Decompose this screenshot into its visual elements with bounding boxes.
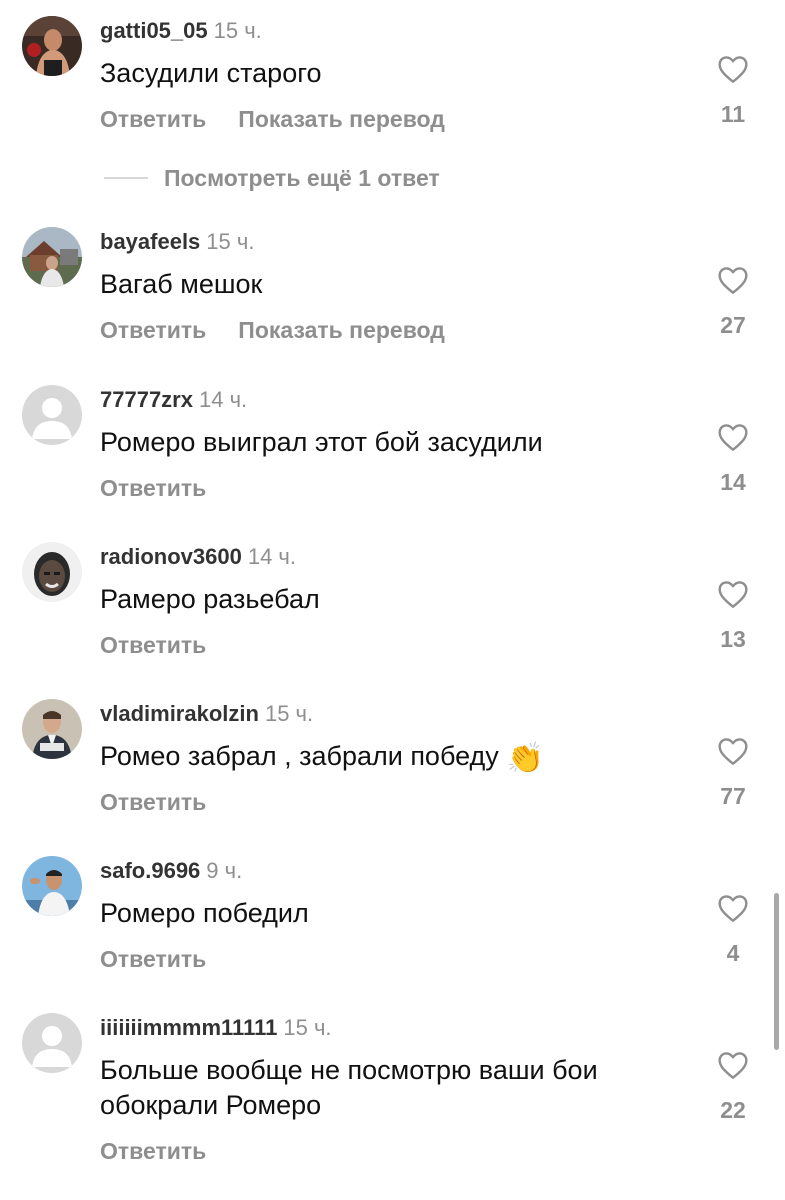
username[interactable]: iiiiiiimmmm11111 [100,1015,277,1040]
view-more-replies[interactable]: Посмотреть ещё 1 ответ [104,163,440,193]
comment-text-body: Ромео забрал , забрали победу [100,741,499,771]
comment-header: bayafeels 15 ч. [100,227,254,257]
avatar-photo [22,227,82,287]
comment-actions: Ответить Показать перевод [100,106,445,133]
view-more-replies-label[interactable]: Посмотреть ещё 1 ответ [164,165,440,192]
comment-header: gatti05_05 15 ч. [100,16,262,46]
username[interactable]: safo.9696 [100,858,200,883]
reply-button[interactable]: Ответить [100,632,206,658]
like-count: 4 [726,940,740,966]
timestamp: 14 ч. [247,544,297,569]
comment-text: Рамеро разьебал [100,584,320,614]
heart-icon[interactable] [717,736,749,766]
like-control: 13 [712,579,754,653]
like-count: 11 [720,101,746,127]
scrollbar[interactable] [774,893,779,1050]
like-control: 4 [712,893,754,967]
reply-button[interactable]: Ответить [100,946,206,972]
replies-divider [104,177,148,179]
comment-header: vladimirakolzin 15 ч. [100,699,313,729]
default-avatar-icon [22,1013,82,1073]
comment-actions: Ответить [100,475,206,502]
reply-button[interactable]: Ответить [100,106,206,132]
reply-button[interactable]: Ответить [100,475,206,501]
like-count: 14 [720,469,746,495]
avatar[interactable] [22,385,82,445]
comment-header: 77777zrx 14 ч. [100,385,247,415]
like-count: 13 [720,626,746,652]
avatar[interactable] [22,1013,82,1073]
username[interactable]: 77777zrx [100,387,193,412]
comment-header: radionov3600 14 ч. [100,542,296,572]
heart-icon[interactable] [717,579,749,609]
default-avatar-icon [22,385,82,445]
avatar[interactable] [22,699,82,759]
comment-text: Ромео забрал , забрали победу 👏 [100,739,700,776]
comment-text: Ромеро выиграл этот бой засудили [100,427,543,457]
comment-text: Вагаб мешок [100,269,263,299]
clapping-hands-icon: 👏 [506,742,545,775]
heart-icon[interactable] [717,265,749,295]
timestamp: 15 ч. [283,1015,332,1040]
avatar-photo [22,542,82,602]
show-translation-button[interactable]: Показать перевод [238,317,445,343]
comment-text: Засудили старого [100,58,322,88]
comment-header: iiiiiiimmmm11111 15 ч. [100,1013,332,1043]
timestamp: 14 ч. [198,387,248,412]
comment-header: safo.9696 9 ч. [100,856,242,886]
like-control: 11 [712,54,754,128]
comment-actions: Ответить [100,789,206,816]
avatar[interactable] [22,542,82,602]
heart-icon[interactable] [717,1050,749,1080]
username[interactable]: vladimirakolzin [100,701,259,726]
like-control: 77 [712,736,754,810]
heart-icon[interactable] [717,422,749,452]
timestamp: 15 ч. [264,701,314,726]
avatar-photo [22,856,82,916]
like-control: 22 [712,1050,754,1124]
reply-button[interactable]: Ответить [100,789,206,815]
comment-actions: Ответить Показать перевод [100,317,445,344]
timestamp: 9 ч. [206,858,243,883]
comment-actions: Ответить [100,1138,206,1165]
avatar-photo [22,699,82,759]
reply-button[interactable]: Ответить [100,1138,206,1164]
like-count: 27 [720,312,746,338]
like-count: 22 [720,1097,746,1123]
comment-actions: Ответить [100,632,206,659]
heart-icon[interactable] [717,893,749,923]
avatar-photo [22,16,82,76]
comment-actions: Ответить [100,946,206,973]
comments-page: gatti05_05 15 ч. Засудили старого Ответит… [0,0,785,1200]
avatar[interactable] [22,856,82,916]
username[interactable]: gatti05_05 [100,18,208,43]
reply-button[interactable]: Ответить [100,317,206,343]
comment-text: Ромеро победил [100,898,309,928]
username[interactable]: bayafeels [100,229,200,254]
avatar[interactable] [22,227,82,287]
comment-text: Больше вообще не посмотрю ваши бои обокр… [100,1055,598,1120]
heart-icon[interactable] [717,54,749,84]
like-control: 27 [712,265,754,339]
like-control: 14 [712,422,754,496]
show-translation-button[interactable]: Показать перевод [238,106,445,132]
timestamp: 15 ч. [213,18,262,43]
like-count: 77 [720,783,746,809]
username[interactable]: radionov3600 [100,544,242,569]
timestamp: 15 ч. [206,229,255,254]
avatar[interactable] [22,16,82,76]
